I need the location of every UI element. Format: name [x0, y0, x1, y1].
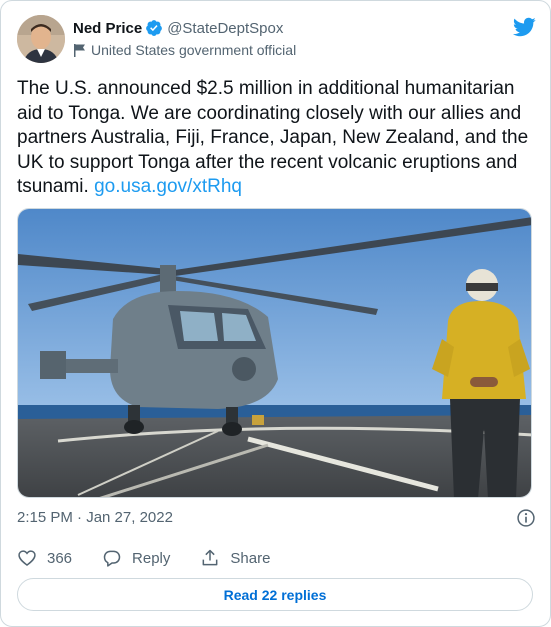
- heart-icon: [18, 550, 36, 567]
- info-icon[interactable]: [516, 508, 536, 528]
- account-label: United States government official: [91, 42, 297, 58]
- like-count: 366: [47, 549, 73, 567]
- tweet-link[interactable]: go.usa.gov/xtRhq: [94, 176, 242, 197]
- helicopter-photo: [18, 209, 531, 497]
- reply-button[interactable]: Reply: [102, 548, 170, 568]
- read-replies-button[interactable]: Read 22 replies: [17, 578, 533, 611]
- twitter-bird-icon[interactable]: [512, 17, 536, 37]
- share-label: Share: [230, 549, 271, 567]
- tweet-header: Ned Price @StateDeptSpox United States g…: [17, 15, 536, 67]
- tweet-timestamp[interactable]: 2:15 PM · Jan 27, 2022: [17, 509, 173, 526]
- read-replies-label: Read 22 replies: [223, 586, 327, 603]
- reply-label: Reply: [132, 549, 171, 567]
- like-button[interactable]: 366: [17, 548, 72, 568]
- avatar-image: [17, 15, 65, 63]
- tweet-card: Ned Price @StateDeptSpox United States g…: [0, 0, 551, 627]
- tweet-text: The U.S. announced $2.5 million in addit…: [17, 77, 536, 200]
- tweet-photo[interactable]: [17, 208, 532, 498]
- verified-badge-icon: [146, 20, 163, 36]
- tweet-actions: 366 Reply Share: [17, 546, 300, 570]
- government-flag-icon: [74, 44, 85, 57]
- avatar[interactable]: [17, 15, 65, 63]
- reply-icon: [103, 550, 121, 567]
- share-icon: [202, 549, 218, 566]
- author-handle[interactable]: @StateDeptSpox: [167, 20, 283, 37]
- share-button[interactable]: Share: [200, 548, 270, 568]
- author-name[interactable]: Ned Price: [73, 20, 142, 37]
- tweet-meta: 2:15 PM · Jan 27, 2022: [17, 507, 536, 529]
